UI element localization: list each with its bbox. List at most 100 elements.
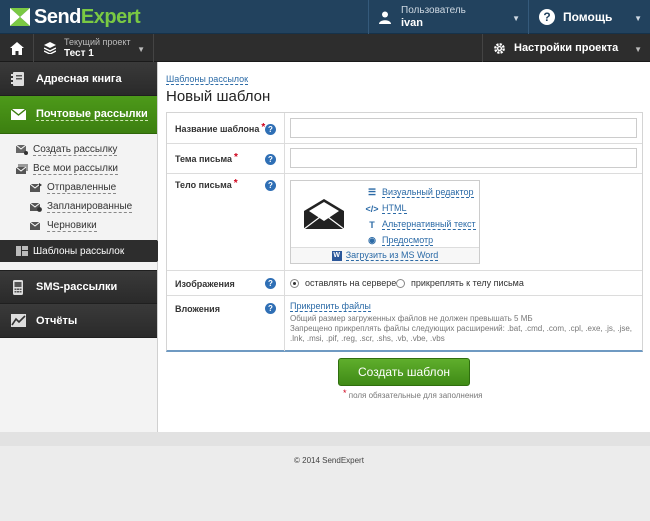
envelope-sent-icon bbox=[30, 182, 42, 192]
sidebar-item-label: Почтовые рассылки bbox=[36, 108, 148, 121]
help-icon[interactable]: ? bbox=[265, 154, 276, 165]
body-row: Тело письма * ? ☰ Визуальный редактор </… bbox=[167, 174, 642, 271]
logo[interactable]: SendExpert bbox=[10, 5, 141, 28]
attach-forbidden-note-cont: .lnk, .msi, .pif, .reg, .scr, .shs, .vb,… bbox=[290, 334, 445, 343]
layers-icon bbox=[44, 42, 56, 54]
template-form: Название шаблона * ? Тема письма * ? Тело … bbox=[166, 112, 643, 352]
chevron-down-icon: ▼ bbox=[634, 45, 642, 54]
template-name-input[interactable] bbox=[290, 118, 637, 138]
images-row: Изображения ? оставлять на сервере прикр… bbox=[167, 271, 642, 296]
sidebar-item-label: Адресная книга bbox=[36, 72, 122, 85]
required-fields-note: * поля обязательные для заполнения bbox=[343, 388, 483, 400]
template-name-label: Название шаблона * bbox=[175, 122, 266, 134]
sidebar-item-label: Шаблоны рассылок bbox=[33, 245, 125, 257]
create-template-button[interactable]: Создать шаблон bbox=[338, 358, 470, 386]
phone-icon bbox=[10, 279, 26, 295]
footer-band bbox=[0, 432, 650, 446]
images-attach-radio[interactable]: прикреплять к телу письма bbox=[396, 278, 524, 288]
body-label: Тело письма * bbox=[175, 178, 238, 190]
subject-input[interactable] bbox=[290, 148, 637, 168]
visual-editor-link[interactable]: ☰ Визуальный редактор bbox=[367, 187, 474, 198]
user-menu[interactable]: Пользователь ivan ▼ bbox=[368, 0, 528, 34]
copyright: © 2014 SendExpert bbox=[294, 456, 364, 465]
divider bbox=[284, 296, 285, 351]
envelope-icon bbox=[10, 107, 26, 123]
help-icon: ? bbox=[539, 9, 555, 25]
chevron-down-icon: ▼ bbox=[634, 14, 642, 23]
help-icon[interactable]: ? bbox=[265, 303, 276, 314]
attach-files-link[interactable]: Прикрепить файлы bbox=[290, 301, 371, 312]
subject-row: Тема письма * ? bbox=[167, 144, 642, 174]
user-icon bbox=[379, 11, 391, 24]
help-icon[interactable]: ? bbox=[265, 124, 276, 135]
radio-button[interactable] bbox=[396, 278, 405, 288]
divider bbox=[284, 271, 285, 295]
divider bbox=[284, 174, 285, 270]
text-cursor-icon: T bbox=[369, 219, 375, 230]
sidebar-item-create-mailing[interactable]: Создать рассылку bbox=[0, 140, 157, 159]
required-marker: * bbox=[234, 152, 238, 163]
sidebar-item-scheduled[interactable]: Запланированные bbox=[0, 197, 157, 216]
sidebar-item-reports[interactable]: Отчёты bbox=[0, 304, 157, 338]
required-marker: * bbox=[233, 178, 238, 189]
chevron-down-icon: ▼ bbox=[137, 45, 145, 54]
breadcrumb[interactable]: Шаблоны рассылок bbox=[166, 74, 249, 85]
sidebar-item-label: Все мои рассылки bbox=[33, 162, 118, 175]
word-icon: W bbox=[331, 250, 342, 261]
project-settings-label: Настройки проекта bbox=[514, 42, 619, 54]
attachments-label: Вложения bbox=[175, 304, 220, 314]
sidebar-item-sent[interactable]: Отправленные bbox=[0, 178, 157, 197]
envelope-icon bbox=[291, 181, 357, 247]
top-bar: SendExpert Пользователь ivan ▼ ? Помощь … bbox=[0, 0, 650, 34]
upload-word-link[interactable]: W Загрузить из MS Word bbox=[291, 247, 479, 263]
project-selector[interactable]: Текущий проект Тест 1 ▼ bbox=[34, 34, 154, 62]
address-book-icon bbox=[10, 71, 26, 87]
templates-icon bbox=[16, 246, 28, 256]
help-icon[interactable]: ? bbox=[265, 180, 276, 191]
help-icon[interactable]: ? bbox=[265, 278, 276, 289]
envelopes-icon bbox=[16, 163, 28, 174]
project-settings-menu[interactable]: Настройки проекта ▼ bbox=[482, 34, 650, 62]
sidebar-item-address-book[interactable]: Адресная книга bbox=[0, 62, 157, 96]
sidebar-item-label: Отправленные bbox=[47, 181, 117, 194]
sidebar-item-label: Запланированные bbox=[47, 200, 133, 213]
envelope-clock-icon bbox=[30, 202, 42, 212]
sidebar-item-mailings[interactable]: Почтовые рассылки bbox=[0, 96, 157, 134]
sidebar-item-drafts[interactable]: Черновики bbox=[0, 216, 157, 235]
current-project-name: Тест 1 bbox=[64, 48, 94, 59]
main-content: Шаблоны рассылок Новый шаблон Название ш… bbox=[158, 62, 650, 432]
sidebar-item-sms[interactable]: SMS-рассылки bbox=[0, 270, 157, 304]
chart-icon bbox=[10, 313, 26, 329]
images-label: Изображения bbox=[175, 279, 235, 289]
help-menu[interactable]: ? Помощь ▼ bbox=[528, 0, 650, 34]
list-icon: ☰ bbox=[367, 187, 377, 197]
gear-icon bbox=[494, 42, 505, 54]
preview-link[interactable]: ◉ Предосмотр bbox=[367, 235, 434, 246]
sidebar-item-label: Отчёты bbox=[36, 314, 78, 327]
footer: © 2014 SendExpert bbox=[0, 432, 650, 521]
body-editor-box: ☰ Визуальный редактор </> HTML T Альтерн… bbox=[290, 180, 480, 264]
sidebar-item-label: Создать рассылку bbox=[33, 143, 118, 156]
html-editor-link[interactable]: </> HTML bbox=[366, 203, 407, 214]
radio-button-selected[interactable] bbox=[290, 278, 299, 288]
template-name-row: Название шаблона * ? bbox=[167, 113, 642, 144]
sidebar-item-all-mailings[interactable]: Все мои рассылки bbox=[0, 159, 157, 178]
alt-text-link[interactable]: T Альтернативный текст bbox=[367, 219, 476, 230]
sidebar: Адресная книга Почтовые рассылки Создать… bbox=[0, 62, 165, 432]
subject-label: Тема письма * bbox=[175, 152, 238, 164]
current-project-label: Текущий проект bbox=[64, 37, 131, 47]
chevron-down-icon: ▼ bbox=[512, 14, 520, 23]
logo-text: SendExpert bbox=[34, 5, 141, 28]
logo-icon bbox=[10, 8, 30, 26]
project-bar: Текущий проект Тест 1 ▼ Настройки проект… bbox=[0, 34, 650, 62]
eye-icon: ◉ bbox=[368, 235, 376, 245]
attach-size-note: Общий размер загруженных файлов не долже… bbox=[290, 314, 533, 323]
envelope-add-icon bbox=[16, 144, 28, 155]
home-icon bbox=[9, 41, 24, 55]
images-keep-on-server-radio[interactable]: оставлять на сервере bbox=[290, 278, 396, 288]
envelope-draft-icon bbox=[30, 221, 41, 230]
home-button[interactable] bbox=[0, 34, 34, 62]
divider bbox=[284, 113, 285, 143]
sidebar-item-label: SMS-рассылки bbox=[36, 281, 118, 293]
sidebar-item-templates[interactable]: Шаблоны рассылок bbox=[0, 240, 165, 262]
